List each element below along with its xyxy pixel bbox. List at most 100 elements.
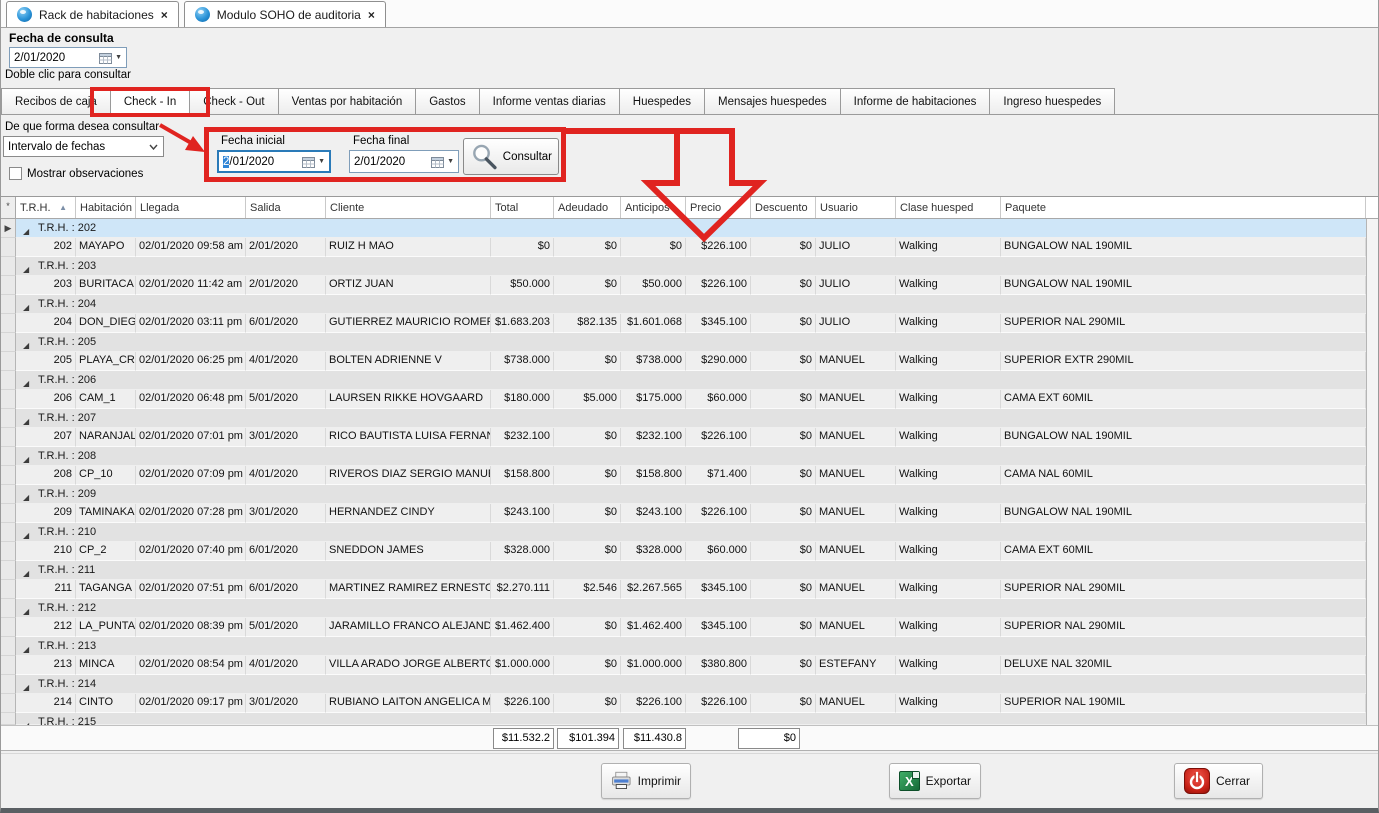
chevron-down-icon[interactable]: ▼	[114, 54, 126, 61]
grid-cell-habitacion[interactable]: LA_PUNTA	[76, 618, 136, 637]
grid-cell-paquete[interactable]: CAMA NAL 60MIL	[1001, 466, 1366, 485]
grid-cell-anticipos[interactable]: $0	[621, 238, 686, 257]
grid-cell-llegada[interactable]: 02/01/2020 08:54 pm	[136, 656, 246, 675]
group-row[interactable]: ◢T.R.H. : 208	[1, 447, 1379, 466]
report-tab-informe-de-habitaciones[interactable]: Informe de habitaciones	[840, 88, 991, 114]
grid-cell-salida[interactable]: 3/01/2020	[246, 504, 326, 523]
grid-cell-habitacion[interactable]: CP_2	[76, 542, 136, 561]
grid-cell-habitacion[interactable]: DON_DIEGO	[76, 314, 136, 333]
grid-cell-total[interactable]: $738.000	[491, 352, 554, 371]
cerrar-button[interactable]: Cerrar	[1174, 763, 1263, 799]
report-tab-mensajes-huespedes[interactable]: Mensajes huespedes	[704, 88, 841, 114]
group-row[interactable]: ◢T.R.H. : 209	[1, 485, 1379, 504]
grid-cell-usuario[interactable]: MANUEL	[816, 694, 896, 713]
group-row[interactable]: ◢T.R.H. : 207	[1, 409, 1379, 428]
grid-cell-anticipos[interactable]: $1.601.068	[621, 314, 686, 333]
grid-cell-adeudado[interactable]: $82.135	[554, 314, 621, 333]
report-tab-check-in[interactable]: Check - In	[110, 88, 190, 114]
grid-cell-paquete[interactable]: SUPERIOR NAL 290MIL	[1001, 314, 1366, 333]
exportar-button[interactable]: X Exportar	[889, 763, 981, 799]
group-row[interactable]: ◢T.R.H. : 206	[1, 371, 1379, 390]
grid-cell-llegada[interactable]: 02/01/2020 07:01 pm	[136, 428, 246, 447]
grid-cell-habitacion[interactable]: NARANJAL	[76, 428, 136, 447]
grid-cell-total[interactable]: $232.100	[491, 428, 554, 447]
grid-cell-usuario[interactable]: MANUEL	[816, 542, 896, 561]
grid-cell-anticipos[interactable]: $1.462.400	[621, 618, 686, 637]
grid-cell-salida[interactable]: 6/01/2020	[246, 314, 326, 333]
grid-cell-descuento[interactable]: $0	[751, 656, 816, 675]
group-row[interactable]: ◢T.R.H. : 205	[1, 333, 1379, 352]
group-expanded-icon[interactable]: ◢	[23, 527, 29, 545]
report-tab-check-out[interactable]: Check - Out	[189, 88, 278, 114]
grid-cell-descuento[interactable]: $0	[751, 504, 816, 523]
grid-cell-salida[interactable]: 2/01/2020	[246, 276, 326, 295]
grid-cell-salida[interactable]: 5/01/2020	[246, 390, 326, 409]
grid-cell-anticipos[interactable]: $50.000	[621, 276, 686, 295]
grid-cell-llegada[interactable]: 02/01/2020 07:09 pm	[136, 466, 246, 485]
group-expanded-icon[interactable]: ◢	[23, 261, 29, 279]
grid-cell-anticipos[interactable]: $2.267.565	[621, 580, 686, 599]
grid-cell-precio[interactable]: $226.100	[686, 428, 751, 447]
grid-cell-cliente[interactable]: VILLA ARADO JORGE ALBERTO	[326, 656, 491, 675]
data-row[interactable]: 214CINTO02/01/2020 09:17 pm3/01/2020RUBI…	[1, 694, 1379, 713]
grid-cell-paquete[interactable]: DELUXE NAL 320MIL	[1001, 656, 1366, 675]
group-row[interactable]: ◢T.R.H. : 204	[1, 295, 1379, 314]
grid-cell-llegada[interactable]: 02/01/2020 06:48 pm	[136, 390, 246, 409]
grid-cell-adeudado[interactable]: $2.546	[554, 580, 621, 599]
imprimir-button[interactable]: Imprimir	[601, 763, 691, 799]
grid-cell-clase_huesped[interactable]: Walking	[896, 428, 1001, 447]
grid-cell-anticipos[interactable]: $328.000	[621, 542, 686, 561]
grid-cell-llegada[interactable]: 02/01/2020 09:58 am	[136, 238, 246, 257]
report-tab-recibos-de-caja[interactable]: Recibos de caja	[1, 88, 111, 114]
report-tab-ventas-por-habitaci-n[interactable]: Ventas por habitación	[278, 88, 417, 114]
grid-cell-descuento[interactable]: $0	[751, 618, 816, 637]
grid-cell-salida[interactable]: 3/01/2020	[246, 428, 326, 447]
data-row[interactable]: 204DON_DIEGO02/01/2020 03:11 pm6/01/2020…	[1, 314, 1379, 333]
grid-cell-precio[interactable]: $60.000	[686, 390, 751, 409]
grid-cell-habitacion[interactable]: MAYAPO	[76, 238, 136, 257]
tab-modulo-soho-de-auditoria[interactable]: Modulo SOHO de auditoria ×	[184, 1, 386, 27]
grid-cell-clase_huesped[interactable]: Walking	[896, 656, 1001, 675]
grid-cell-total[interactable]: $1.683.203	[491, 314, 554, 333]
chevron-down-icon[interactable]: ▼	[317, 158, 329, 165]
group-expanded-icon[interactable]: ◢	[23, 375, 29, 393]
grid-cell-adeudado[interactable]: $0	[554, 542, 621, 561]
grid-cell-clase_huesped[interactable]: Walking	[896, 352, 1001, 371]
grid-cell-adeudado[interactable]: $0	[554, 618, 621, 637]
vertical-scrollbar[interactable]	[1366, 219, 1379, 725]
report-tab-gastos[interactable]: Gastos	[415, 88, 479, 114]
grid-cell-total[interactable]: $2.270.111	[491, 580, 554, 599]
grid-cell-paquete[interactable]: CAMA EXT 60MIL	[1001, 542, 1366, 561]
grid-cell-habitacion[interactable]: PLAYA_CRI	[76, 352, 136, 371]
grid-cell-usuario[interactable]: JULIO	[816, 276, 896, 295]
grid-cell-clase_huesped[interactable]: Walking	[896, 390, 1001, 409]
grid-cell-paquete[interactable]: CAMA EXT 60MIL	[1001, 390, 1366, 409]
grid-cell-precio[interactable]: $345.100	[686, 618, 751, 637]
grid-cell-usuario[interactable]: JULIO	[816, 314, 896, 333]
grid-cell-salida[interactable]: 4/01/2020	[246, 466, 326, 485]
grid-cell-cliente[interactable]: GUTIERREZ MAURICIO ROMERO	[326, 314, 491, 333]
group-row-partial[interactable]: ◢T.R.H. : 215	[1, 713, 1379, 725]
column-header-precio[interactable]: Precio	[686, 197, 751, 218]
grid-cell-descuento[interactable]: $0	[751, 276, 816, 295]
report-tab-ingreso-huespedes[interactable]: Ingreso huespedes	[989, 88, 1115, 114]
data-row[interactable]: 208CP_1002/01/2020 07:09 pm4/01/2020RIVE…	[1, 466, 1379, 485]
group-row[interactable]: ◢T.R.H. : 212	[1, 599, 1379, 618]
grid-cell-paquete[interactable]: BUNGALOW NAL 190MIL	[1001, 238, 1366, 257]
grid-cell-usuario[interactable]: MANUEL	[816, 580, 896, 599]
grid-cell-precio[interactable]: $226.100	[686, 276, 751, 295]
grid-cell-descuento[interactable]: $0	[751, 314, 816, 333]
grid-cell-paquete[interactable]: SUPERIOR EXTR 290MIL	[1001, 352, 1366, 371]
data-row[interactable]: 202MAYAPO02/01/2020 09:58 am2/01/2020RUI…	[1, 238, 1379, 257]
grid-cell-llegada[interactable]: 02/01/2020 07:40 pm	[136, 542, 246, 561]
grid-cell-cliente[interactable]: LAURSEN RIKKE HOVGAARD	[326, 390, 491, 409]
report-tab-informe-ventas-diarias[interactable]: Informe ventas diarias	[479, 88, 620, 114]
grid-cell-clase_huesped[interactable]: Walking	[896, 618, 1001, 637]
grid-cell-precio[interactable]: $345.100	[686, 314, 751, 333]
grid-cell-llegada[interactable]: 02/01/2020 09:17 pm	[136, 694, 246, 713]
column-header-anticipos[interactable]: Anticipos	[621, 197, 686, 218]
column-header-clase_huesped[interactable]: Clase huesped	[896, 197, 1001, 218]
grid-cell-adeudado[interactable]: $0	[554, 504, 621, 523]
grid-cell-habitacion[interactable]: MINCA	[76, 656, 136, 675]
grid-cell-clase_huesped[interactable]: Walking	[896, 238, 1001, 257]
